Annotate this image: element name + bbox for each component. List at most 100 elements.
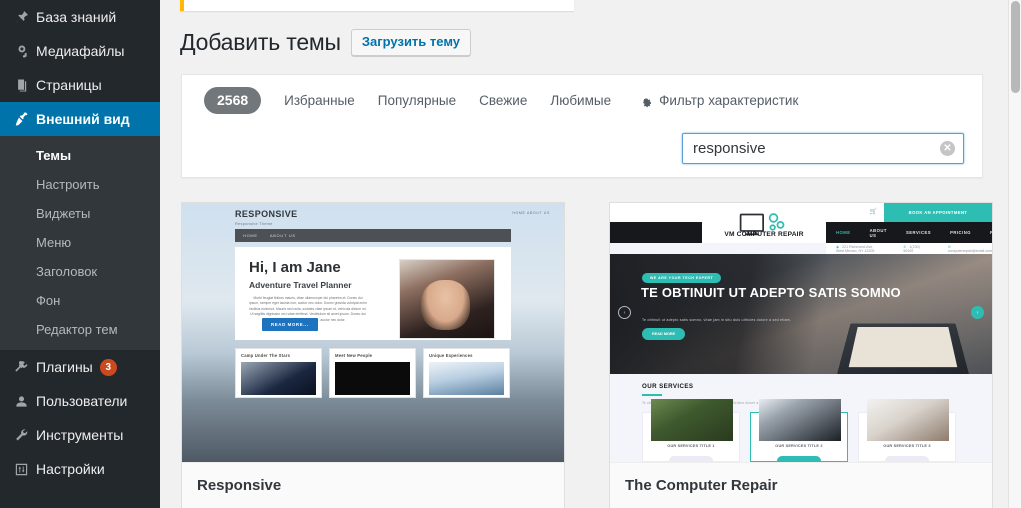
preview-service-card: OUR SERVICES TITLE 2	[750, 398, 848, 462]
sidebar-item-tools[interactable]: Инструменты	[0, 418, 160, 452]
preview-tile-image	[429, 362, 504, 395]
scrollbar-thumb[interactable]	[1011, 1, 1020, 93]
preview-brand: RESPONSIVE	[235, 209, 298, 219]
preview-service-button	[777, 455, 821, 462]
theme-search-wrap: ✕	[682, 133, 964, 164]
sidebar-item-media[interactable]: Медиафайлы	[0, 34, 160, 68]
preview-tile: Unique Experiences	[423, 348, 510, 398]
preview-body: Hi, I am Jane Adventure Travel Planner M…	[235, 247, 511, 340]
appearance-brush-icon	[8, 110, 34, 128]
preview-service-image	[759, 398, 841, 441]
theme-screenshot[interactable]: f t g in p ig 🛒 BOOK AN APPOINTMENT	[610, 203, 992, 462]
submenu-item-widgets[interactable]: Виджеты	[0, 199, 160, 228]
submenu-item-header[interactable]: Заголовок	[0, 257, 160, 286]
theme-card[interactable]: f t g in p ig 🛒 BOOK AN APPOINTMENT	[609, 202, 993, 508]
preview-tile-image	[335, 362, 410, 395]
preview-service-card: OUR SERVICES TITLE 3	[858, 398, 956, 462]
theme-grid: RESPONSIVE Responsive Theme HOME ABOUT U…	[181, 202, 993, 508]
preview-menu: HOME ABOUT US SERVICES PRICING PAGES BLO…	[826, 222, 992, 243]
theme-name: The Computer Repair	[610, 462, 992, 508]
upload-theme-button[interactable]: Загрузить тему	[350, 29, 472, 56]
gear-icon	[639, 94, 653, 108]
cart-icon: 🛒	[869, 209, 877, 215]
preview-tile-title: Meet New People	[335, 353, 373, 358]
preview-nav: HOME ABOUT US	[235, 229, 511, 242]
preview-nav-item: HOME	[243, 233, 258, 238]
chevron-right-icon: ›	[971, 306, 984, 319]
preview-service-title: OUR SERVICES TITLE 2	[775, 443, 823, 448]
clear-circle-icon[interactable]: ✕	[940, 141, 955, 156]
preview-top-right-nav: HOME ABOUT US	[512, 211, 550, 215]
pin-icon	[8, 9, 34, 26]
preview-service-button	[885, 455, 929, 462]
submenu-item-customize[interactable]: Настроить	[0, 170, 160, 199]
preview-info-phone: ✆ 1(230) 50192	[903, 244, 920, 253]
page-scrollbar[interactable]	[1008, 0, 1021, 508]
preview-tagline: Responsive Theme	[235, 221, 273, 226]
preview-tile: Meet New People	[329, 348, 416, 398]
preview-portrait-image	[399, 259, 495, 339]
feature-filter-button[interactable]: Фильтр характеристик	[639, 87, 798, 114]
preview-info-bar: ◉ 221 Richmond Ave, West Mexico, NY 12205…	[826, 243, 992, 254]
sidebar-item-users[interactable]: Пользователи	[0, 384, 160, 418]
users-icon	[8, 393, 34, 410]
sidebar-item-knowledge-base[interactable]: База знаний	[0, 0, 160, 34]
filter-link-featured[interactable]: Избранные	[284, 87, 355, 114]
sidebar-item-label: Настройки	[36, 461, 105, 477]
preview-hero: ‹ › WE ARE YOUR TECH EXPERT TE OBTINUIT …	[610, 254, 992, 374]
preview-service-image	[867, 398, 949, 441]
sidebar-item-appearance[interactable]: Внешний вид	[0, 102, 160, 136]
preview-tile: Camp Under The Stars	[235, 348, 322, 398]
preview-header: RESPONSIVE Responsive Theme	[235, 209, 298, 226]
preview-nav-item: ABOUT US	[269, 233, 296, 238]
preview-hero-pill: WE ARE YOUR TECH EXPERT	[642, 273, 722, 283]
page-title: Добавить темы	[180, 29, 341, 55]
theme-count-badge: 2568	[204, 87, 262, 114]
submenu-item-menus[interactable]: Меню	[0, 228, 160, 257]
preview-logo-text: VM COMPUTER REPAIR	[724, 231, 804, 238]
preview-services: OUR SERVICES Te obtinuit ut adepto satis…	[610, 374, 992, 462]
media-icon	[8, 43, 34, 60]
sidebar-item-label: Внешний вид	[36, 111, 130, 127]
preview-menu-item: SERVICES	[905, 230, 932, 235]
submenu-item-background[interactable]: Фон	[0, 286, 160, 315]
preview-tiles: Camp Under The Stars Meet New People Uni…	[235, 348, 511, 398]
filter-link-favorites[interactable]: Любимые	[550, 87, 611, 114]
preview-tile-title: Unique Experiences	[429, 353, 473, 358]
admin-sidebar: База знаний Медиафайлы Страницы Внешний …	[0, 0, 160, 508]
settings-sliders-icon	[8, 461, 34, 478]
sidebar-item-label: Страницы	[36, 77, 102, 93]
preview-services-heading: OUR SERVICES	[642, 383, 694, 390]
sidebar-item-label: Пользователи	[36, 393, 128, 409]
sidebar-item-label: Медиафайлы	[36, 43, 125, 59]
preview-hero-laptop-image	[835, 323, 971, 374]
preview-hero-cta-button: READ MORE	[642, 328, 686, 340]
theme-name: Responsive	[182, 462, 564, 508]
preview-menu-item: PRICING	[950, 230, 972, 235]
preview-tile-title: Camp Under The Stars	[241, 353, 291, 358]
plugins-update-badge: 3	[99, 358, 117, 376]
theme-filter-panel: 2568 Избранные Популярные Свежие Любимые…	[181, 74, 983, 178]
search-input[interactable]	[682, 133, 964, 164]
preview-hero-subtext: Te obtinuit ut adepto satis somno, vitae…	[642, 318, 792, 322]
submenu-item-theme-editor[interactable]: Редактор тем	[0, 315, 160, 344]
preview-info-email: ✉computerrepair@email.com	[947, 244, 992, 253]
submenu-item-themes[interactable]: Темы	[0, 141, 160, 170]
preview-menu-item: HOME	[836, 230, 851, 235]
pages-icon	[8, 77, 34, 94]
filter-link-latest[interactable]: Свежие	[479, 87, 527, 114]
feature-filter-label: Фильтр характеристик	[659, 93, 799, 108]
filter-link-popular[interactable]: Популярные	[378, 87, 456, 114]
main-content: Добавить темы Загрузить тему 2568 Избран…	[160, 0, 1008, 508]
preview-menu-item: PAGES	[990, 230, 992, 235]
preview-info-address: ◉ 221 Richmond Ave, West Mexico, NY 12205	[836, 244, 875, 253]
sidebar-item-pages[interactable]: Страницы	[0, 68, 160, 102]
admin-notice	[180, 0, 574, 11]
theme-card[interactable]: RESPONSIVE Responsive Theme HOME ABOUT U…	[181, 202, 565, 508]
page-header: Добавить темы Загрузить тему	[180, 28, 472, 57]
theme-screenshot[interactable]: RESPONSIVE Responsive Theme HOME ABOUT U…	[182, 203, 564, 462]
preview-service-title: OUR SERVICES TITLE 1	[667, 443, 715, 448]
preview-service-image	[651, 398, 733, 441]
sidebar-item-plugins[interactable]: Плагины 3	[0, 350, 160, 384]
sidebar-item-settings[interactable]: Настройки	[0, 452, 160, 486]
